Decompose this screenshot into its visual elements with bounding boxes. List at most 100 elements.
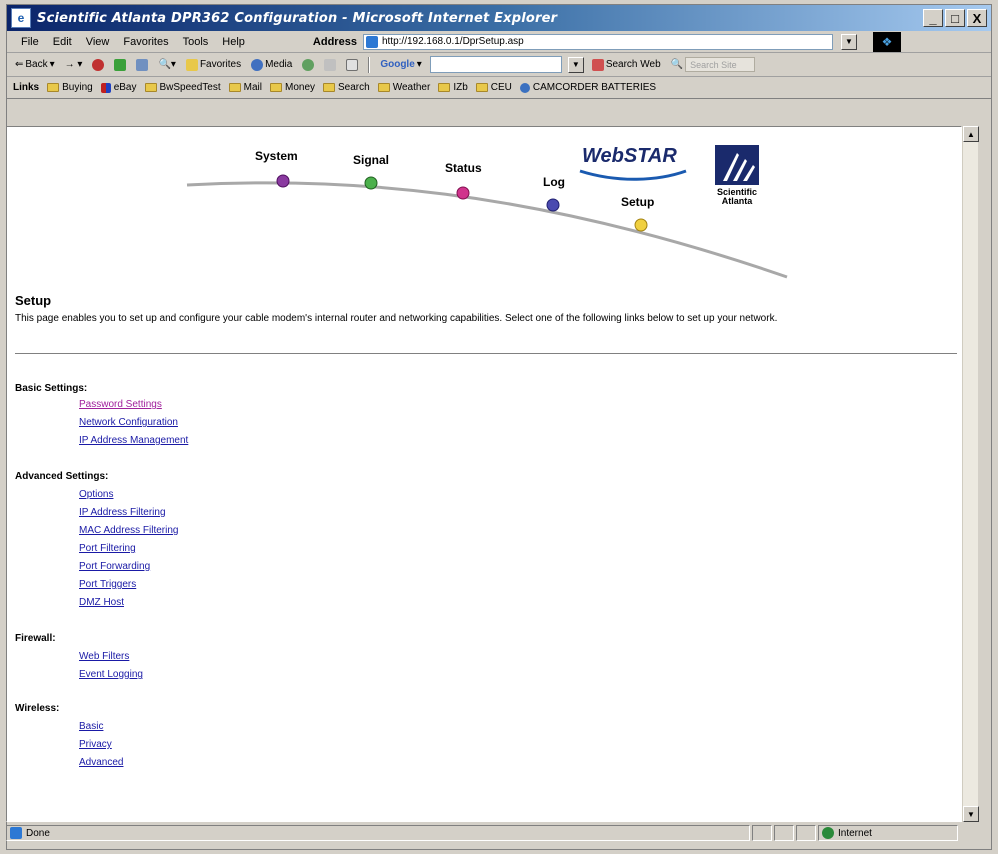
- back-button[interactable]: ⇐ Back ▾: [13, 58, 57, 71]
- options-link[interactable]: Options: [79, 489, 113, 500]
- link-money[interactable]: Money: [270, 82, 315, 93]
- forward-button[interactable]: → ▾: [63, 58, 85, 71]
- favorites-button[interactable]: Favorites: [184, 58, 243, 72]
- link-buying[interactable]: Buying: [47, 82, 93, 93]
- menu-edit[interactable]: Edit: [47, 34, 78, 50]
- link-izb[interactable]: IZb: [438, 82, 468, 93]
- google-search-input[interactable]: [429, 56, 562, 73]
- nav-dot-signal[interactable]: [364, 176, 378, 190]
- page-intro: This page enables you to set up and conf…: [15, 313, 778, 324]
- link-camcorder-batteries[interactable]: CAMCORDER BATTERIES: [519, 82, 656, 93]
- menu-file[interactable]: File: [15, 34, 45, 50]
- search-button[interactable]: 🔍▾: [156, 58, 177, 71]
- event-logging-link[interactable]: Event Logging: [79, 669, 143, 680]
- menu-help[interactable]: Help: [216, 34, 251, 50]
- mail-button[interactable]: [322, 58, 338, 72]
- media-label: Media: [265, 59, 293, 70]
- menu-view[interactable]: View: [80, 34, 116, 50]
- google-button[interactable]: Google ▾: [378, 58, 423, 71]
- nav-setup[interactable]: Setup: [621, 195, 654, 209]
- print-button[interactable]: [344, 58, 360, 72]
- forward-arrow-icon: → ▾: [64, 59, 83, 70]
- ip-address-management-link[interactable]: IP Address Management: [79, 435, 188, 446]
- favorites-label: Favorites: [199, 59, 242, 70]
- maximize-button[interactable]: □: [945, 9, 965, 27]
- password-settings-link[interactable]: Password Settings: [79, 399, 162, 410]
- media-button[interactable]: Media: [249, 58, 294, 72]
- folder-icon: [323, 83, 336, 92]
- history-button[interactable]: [300, 58, 316, 72]
- close-button[interactable]: X: [967, 9, 987, 27]
- links-bar: Links Buying eBay BwSpeedTest Mail Money…: [7, 77, 991, 99]
- divider: [15, 353, 957, 354]
- stop-icon: [92, 58, 105, 71]
- port-filtering-link[interactable]: Port Filtering: [79, 543, 136, 554]
- back-arrow-icon: ⇐: [15, 59, 24, 70]
- wireless-basic-link[interactable]: Basic: [79, 721, 103, 732]
- link-ebay[interactable]: eBay: [100, 82, 137, 93]
- link-weather[interactable]: Weather: [377, 82, 430, 93]
- home-button[interactable]: [134, 58, 150, 72]
- nav-status[interactable]: Status: [445, 161, 482, 175]
- port-triggers-link[interactable]: Port Triggers: [79, 579, 136, 590]
- stop-button[interactable]: [90, 58, 106, 72]
- search-icon: 🔍▾: [158, 59, 176, 70]
- back-label: Back: [25, 59, 48, 70]
- basic-settings-heading: Basic Settings:: [15, 383, 88, 394]
- link-label: CEU: [490, 82, 512, 93]
- search-site-button: 🔍 Search Site: [669, 56, 757, 73]
- vertical-scrollbar[interactable]: ▲ ▼: [962, 126, 979, 822]
- nav-dot-setup[interactable]: [634, 218, 648, 232]
- mail-icon: [324, 58, 337, 71]
- wireless-advanced-link[interactable]: Advanced: [79, 757, 123, 768]
- address-label: Address: [312, 35, 357, 48]
- google-dropdown-icon: ▾: [416, 59, 422, 70]
- nav-system[interactable]: System: [255, 149, 298, 163]
- link-label: Buying: [62, 82, 93, 93]
- network-configuration-link[interactable]: Network Configuration: [79, 417, 178, 428]
- refresh-icon: [114, 58, 127, 71]
- scientific-atlanta-logo: Scientific Atlanta: [707, 145, 767, 206]
- menu-tools[interactable]: Tools: [177, 34, 215, 50]
- link-mail[interactable]: Mail: [228, 82, 262, 93]
- internet-zone-icon: [822, 827, 834, 839]
- webstar-text: WebSTAR: [582, 145, 677, 167]
- ip-address-filtering-link[interactable]: IP Address Filtering: [79, 507, 166, 518]
- address-url: http://192.168.0.1/DprSetup.asp: [381, 36, 524, 47]
- scroll-up-icon[interactable]: ▲: [963, 126, 979, 142]
- webstar-logo: WebSTAR: [579, 145, 687, 181]
- history-icon: [302, 58, 315, 71]
- minimize-button[interactable]: _: [923, 9, 943, 27]
- link-search[interactable]: Search: [323, 82, 370, 93]
- wireless-privacy-link[interactable]: Privacy: [79, 739, 112, 750]
- refresh-button[interactable]: [112, 58, 128, 72]
- folder-icon: [144, 83, 157, 92]
- webstar-swoosh: [579, 169, 687, 181]
- standard-toolbar: ⇐ Back ▾ → ▾ 🔍▾ Favorites Media Google ▾…: [7, 53, 991, 77]
- nav-log[interactable]: Log: [543, 175, 565, 189]
- address-dropdown-icon[interactable]: ▼: [840, 33, 857, 50]
- address-input[interactable]: http://192.168.0.1/DprSetup.asp: [362, 33, 833, 50]
- mac-address-filtering-link[interactable]: MAC Address Filtering: [79, 525, 178, 536]
- link-ceu[interactable]: CEU: [475, 82, 512, 93]
- nav-dot-system[interactable]: [276, 174, 290, 188]
- link-bwspeedtest[interactable]: BwSpeedTest: [144, 82, 221, 93]
- sa-line2: Atlanta: [721, 196, 753, 206]
- back-dropdown-icon: ▾: [49, 59, 55, 70]
- port-forwarding-link[interactable]: Port Forwarding: [79, 561, 150, 572]
- status-extra-cell: [796, 825, 816, 841]
- menu-favorites[interactable]: Favorites: [117, 34, 174, 50]
- web-filters-link[interactable]: Web Filters: [79, 651, 129, 662]
- scroll-down-icon[interactable]: ▼: [963, 806, 979, 822]
- google-input-dropdown-icon[interactable]: ▼: [567, 56, 584, 73]
- link-label: Mail: [243, 82, 262, 93]
- dmz-host-link[interactable]: DMZ Host: [79, 597, 124, 608]
- nav-dot-log[interactable]: [546, 198, 560, 212]
- nav-signal[interactable]: Signal: [353, 153, 389, 167]
- folder-icon: [270, 83, 282, 92]
- link-label: Money: [285, 82, 316, 93]
- nav-dot-status[interactable]: [456, 186, 470, 200]
- search-site-label: Search Site: [685, 57, 756, 72]
- search-web-button[interactable]: Search Web: [590, 58, 663, 72]
- search-site-icon: 🔍: [670, 59, 684, 70]
